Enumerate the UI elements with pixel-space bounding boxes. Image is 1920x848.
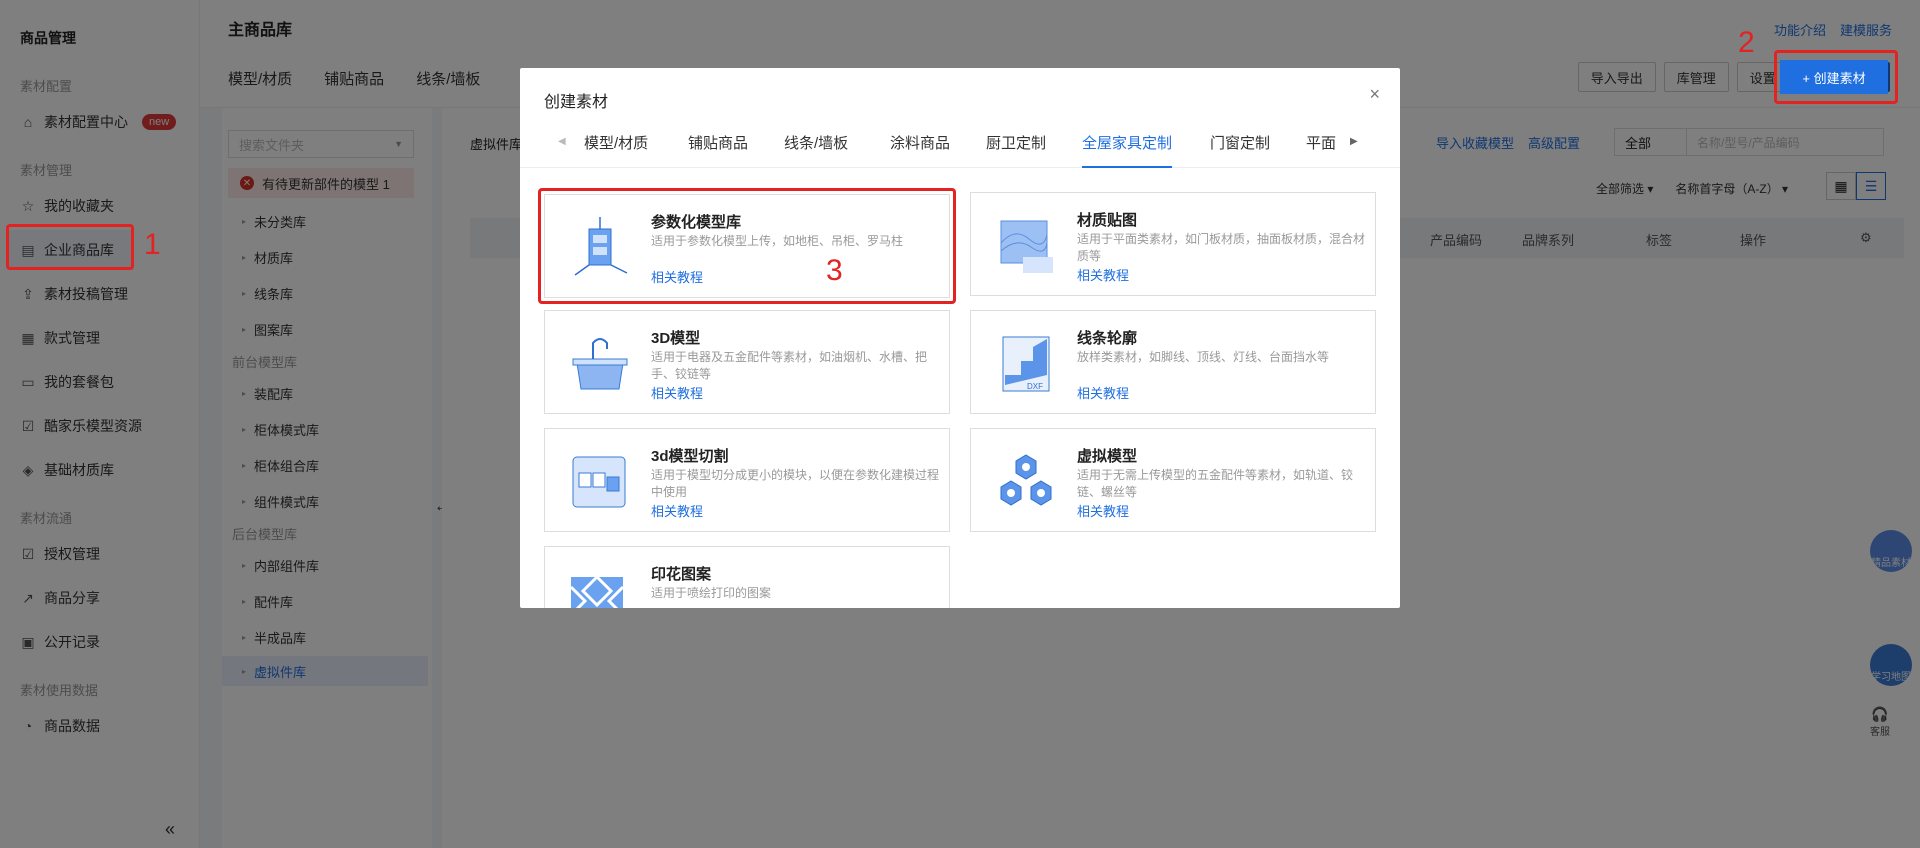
card-line-profile[interactable]: DXF 线条轮廓 放样类素材，如脚线、顶线、灯线、台面挡水等 相关教程 xyxy=(970,310,1376,414)
texture-icon xyxy=(1000,220,1053,273)
card-title: 3D模型 xyxy=(651,330,701,347)
pattern-icon xyxy=(569,574,625,608)
card-title: 材质贴图 xyxy=(1077,212,1138,229)
dialog-tab-active[interactable]: 全屋家具定制 xyxy=(1082,132,1173,168)
annotation-box-1 xyxy=(6,224,134,270)
dialog-tab[interactable]: 涂料商品 xyxy=(890,132,950,168)
chevron-right-icon[interactable]: ▶ xyxy=(1350,136,1358,147)
dialog-tab[interactable]: 模型/材质 xyxy=(584,132,648,168)
cut-blocks-icon xyxy=(572,456,626,508)
card-material-texture[interactable]: 材质贴图 适用于平面类素材，如门板材质，抽面板材质，混合材质等 相关教程 xyxy=(970,192,1376,296)
card-virtual-model[interactable]: 虚拟模型 适用于无需上传模型的五金配件等素材，如轨道、铰链、螺丝等 相关教程 xyxy=(970,428,1376,532)
card-title: 印花图案 xyxy=(651,566,712,583)
dialog-tab[interactable]: 门窗定制 xyxy=(1210,132,1270,168)
create-material-dialog: 创建素材 × ◀ 模型/材质 铺贴商品 线条/墙板 涂料商品 厨卫定制 全屋家具… xyxy=(520,68,1400,608)
card-description: 适用于无需上传模型的五金配件等素材，如轨道、铰链、螺丝等 xyxy=(1077,468,1354,499)
card-print-pattern[interactable]: 印花图案 适用于喷绘打印的图案 xyxy=(544,546,950,608)
card-description: 适用于平面类素材，如门板材质，抽面板材质，混合材质等 xyxy=(1077,232,1366,263)
dialog-tab[interactable]: 线条/墙板 xyxy=(784,132,848,168)
card-description: 适用于电器及五金配件等素材，如油烟机、水槽、把手、铰链等 xyxy=(651,350,928,381)
card-title: 虚拟模型 xyxy=(1077,448,1138,465)
nuts-icon xyxy=(1000,454,1052,506)
dialog-title: 创建素材 xyxy=(544,94,609,111)
tutorial-link[interactable]: 相关教程 xyxy=(1077,501,1129,520)
tutorial-link[interactable]: 相关教程 xyxy=(1077,383,1129,402)
chevron-left-icon[interactable]: ◀ xyxy=(558,136,566,147)
sink-icon xyxy=(572,338,628,390)
card-title: 线条轮廓 xyxy=(1077,330,1138,347)
tutorial-link[interactable]: 相关教程 xyxy=(651,501,703,520)
annotation-number-1: 1 xyxy=(144,228,161,261)
tutorial-link[interactable]: 相关教程 xyxy=(651,383,703,402)
card-description: 适用于喷绘打印的图案 xyxy=(651,586,772,600)
profile-icon: DXF xyxy=(1002,336,1050,392)
dialog-tabs: ◀ 模型/材质 铺贴商品 线条/墙板 涂料商品 厨卫定制 全屋家具定制 门窗定制… xyxy=(520,126,1400,168)
tutorial-link[interactable]: 相关教程 xyxy=(1077,265,1129,284)
annotation-number-3: 3 xyxy=(826,254,843,287)
svg-text:DXF: DXF xyxy=(1027,382,1043,391)
annotation-number-2: 2 xyxy=(1738,26,1755,59)
annotation-box-2 xyxy=(1774,50,1898,104)
dialog-tab[interactable]: 平面 xyxy=(1306,132,1336,168)
dialog-tab[interactable]: 铺贴商品 xyxy=(688,132,748,168)
card-description: 适用于模型切分成更小的模块，以便在参数化建模过程中使用 xyxy=(651,468,940,499)
card-description: 放样类素材，如脚线、顶线、灯线、台面挡水等 xyxy=(1077,350,1330,364)
close-icon[interactable]: × xyxy=(1369,84,1380,105)
card-3d-model[interactable]: 3D模型 适用于电器及五金配件等素材，如油烟机、水槽、把手、铰链等 相关教程 xyxy=(544,310,950,414)
annotation-box-3 xyxy=(538,188,956,304)
card-title: 3d模型切割 xyxy=(651,448,729,465)
card-3d-model-cutting[interactable]: 3d模型切割 适用于模型切分成更小的模块，以便在参数化建模过程中使用 相关教程 xyxy=(544,428,950,532)
dialog-tab[interactable]: 厨卫定制 xyxy=(986,132,1046,168)
